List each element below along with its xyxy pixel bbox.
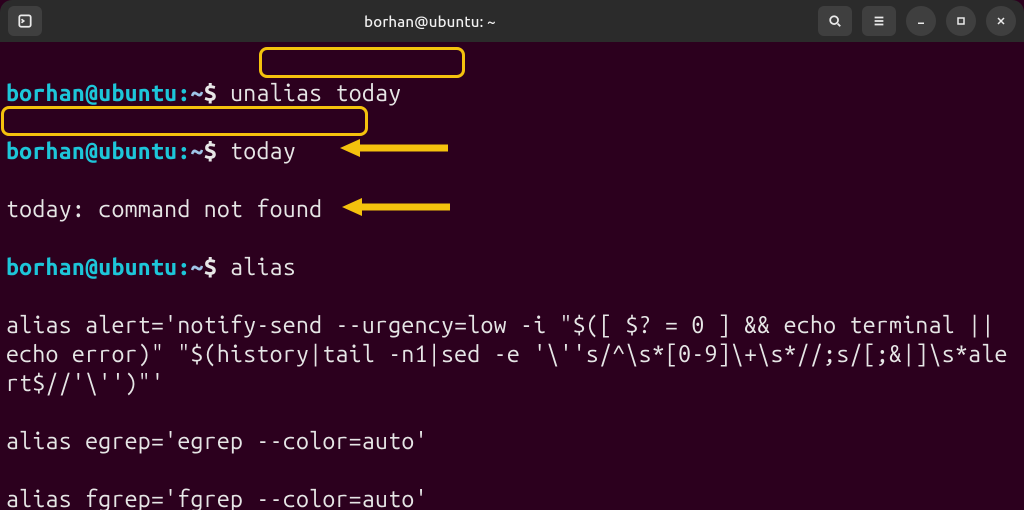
term-line-1: borhan@ubuntu:~$ unalias today — [6, 79, 1018, 108]
term-line-5: alias alert='notify-send --urgency=low -… — [6, 311, 1018, 398]
close-icon — [995, 15, 1007, 27]
prompt-path: ~ — [191, 81, 204, 106]
term-line-3: today: command not found — [6, 195, 1018, 224]
command-text: alias — [230, 255, 296, 280]
output-text: alias egrep='egrep --color=auto' — [6, 429, 428, 454]
term-line-7: alias fgrep='fgrep --color=auto' — [6, 485, 1018, 510]
terminal-output[interactable]: borhan@ubuntu:~$ unalias today borhan@ub… — [0, 42, 1024, 510]
command-text: unalias today — [230, 81, 401, 106]
prompt-colon: : — [177, 255, 190, 280]
prompt-user: borhan@ubuntu — [6, 255, 177, 280]
highlight-box-2 — [1, 106, 368, 136]
prompt-user: borhan@ubuntu — [6, 139, 177, 164]
search-icon — [828, 14, 842, 28]
error-text: today: command not found — [6, 197, 322, 222]
prompt-colon: : — [177, 139, 190, 164]
search-button[interactable] — [818, 6, 852, 36]
term-line-4: borhan@ubuntu:~$ alias — [6, 253, 1018, 282]
minimize-button[interactable] — [906, 6, 936, 36]
terminal-icon — [18, 14, 32, 28]
minimize-icon — [915, 15, 927, 27]
highlight-box-1 — [259, 47, 465, 78]
prompt-symbol: $ — [204, 139, 217, 164]
prompt-symbol: $ — [204, 81, 217, 106]
prompt-colon: : — [177, 81, 190, 106]
command-text: today — [230, 139, 296, 164]
maximize-button[interactable] — [946, 6, 976, 36]
menu-button[interactable] — [862, 6, 896, 36]
window-title: borhan@ubuntu: ~ — [50, 13, 810, 30]
prompt-path: ~ — [191, 255, 204, 280]
hamburger-icon — [872, 14, 886, 28]
prompt-path: ~ — [191, 139, 204, 164]
term-line-6: alias egrep='egrep --color=auto' — [6, 427, 1018, 456]
window-controls — [818, 6, 1016, 36]
output-text: alias fgrep='fgrep --color=auto' — [6, 487, 428, 510]
window-titlebar: borhan@ubuntu: ~ — [0, 0, 1024, 42]
prompt-user: borhan@ubuntu — [6, 81, 177, 106]
maximize-icon — [955, 15, 967, 27]
close-button[interactable] — [986, 6, 1016, 36]
output-text: alias alert='notify-send --urgency=low -… — [6, 313, 1008, 396]
new-tab-button[interactable] — [8, 6, 42, 36]
term-line-2: borhan@ubuntu:~$ today — [6, 137, 1018, 166]
prompt-symbol: $ — [204, 255, 217, 280]
